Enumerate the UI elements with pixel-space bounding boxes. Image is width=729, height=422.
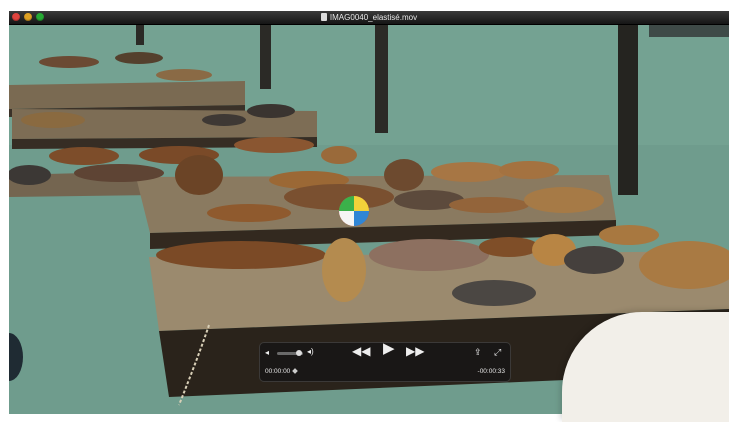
piling bbox=[136, 25, 144, 45]
fast-forward-icon[interactable]: ▶▶ bbox=[406, 345, 424, 357]
sea-lion bbox=[39, 56, 99, 68]
window-title: IMAG0040_elastisé.mov bbox=[329, 13, 418, 22]
sea-lion bbox=[284, 184, 394, 210]
sea-lion bbox=[452, 280, 536, 306]
share-icon[interactable]: ⇪ bbox=[474, 347, 482, 357]
sea-lion bbox=[247, 104, 295, 118]
sea-lion bbox=[322, 238, 366, 302]
current-time: 00:00:00 bbox=[265, 368, 291, 375]
play-icon[interactable]: ▶ bbox=[383, 341, 395, 356]
piling bbox=[375, 25, 388, 133]
volume-low-icon: ◂ bbox=[265, 348, 270, 357]
scrubber-knob[interactable] bbox=[292, 368, 298, 374]
remaining-time: -00:00:33 bbox=[477, 368, 505, 375]
sea-lion bbox=[524, 187, 604, 213]
sea-lion bbox=[21, 112, 85, 128]
sea-lion bbox=[431, 162, 507, 182]
sea-lion bbox=[369, 239, 489, 271]
sea-lion bbox=[564, 246, 624, 274]
sea-lion bbox=[234, 137, 314, 153]
sea-lion bbox=[321, 146, 357, 164]
window-title-wrap: IMAG0040_elastisé.mov bbox=[9, 12, 729, 23]
rewind-icon[interactable]: ◀◀ bbox=[352, 345, 370, 357]
sea-lion bbox=[599, 225, 659, 245]
sea-lion bbox=[499, 161, 559, 179]
sea-lion bbox=[49, 147, 119, 165]
movie-file-icon bbox=[320, 13, 327, 21]
sea-lion bbox=[156, 241, 326, 269]
sea-lion bbox=[202, 114, 246, 126]
sea-lion bbox=[74, 164, 164, 182]
title-bar[interactable]: IMAG0040_elastisé.mov bbox=[9, 11, 729, 25]
volume-knob[interactable] bbox=[296, 350, 302, 356]
far-railing bbox=[649, 25, 729, 37]
piling bbox=[260, 25, 271, 89]
fullscreen-icon[interactable]: ⤢ bbox=[494, 347, 501, 357]
playback-controls[interactable]: ◂ ◂) ◀◀ ▶ ▶▶ ⇪ ⤢ 00:00:00 -00:00:33 bbox=[259, 341, 511, 382]
sea-lion bbox=[115, 52, 163, 64]
sea-lion bbox=[449, 197, 529, 213]
sea-lion bbox=[479, 237, 539, 257]
sea-lion bbox=[207, 204, 291, 222]
sea-lion bbox=[9, 165, 51, 185]
dock-far bbox=[9, 81, 245, 109]
sea-lion bbox=[384, 159, 424, 191]
piling bbox=[618, 25, 638, 195]
sea-lion bbox=[175, 155, 223, 195]
beach-ball bbox=[339, 196, 369, 226]
sea-lion bbox=[156, 69, 212, 81]
volume-high-icon[interactable]: ◂) bbox=[307, 347, 314, 357]
